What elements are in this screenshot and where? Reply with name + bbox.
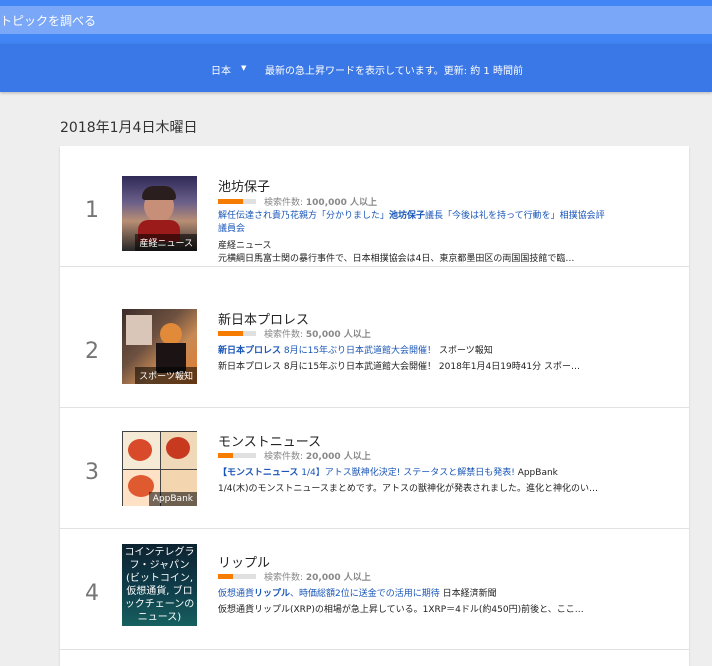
search-count: 検索件数: 100,000 人以上 (264, 198, 378, 208)
popularity-bar (218, 199, 256, 204)
article-source: 産経ニュース (218, 241, 272, 251)
search-count: 検索件数: 20,000 人以上 (264, 452, 371, 462)
article-snippet: 新日本プロレス 8月に15年ぶり日本武道館大会開催！ 2018年1月4日19時4… (218, 362, 581, 372)
article-headline[interactable]: 【モンストニュース 1/4】アトス獣神化決定! ステータスと解禁日も発表! Ap… (218, 467, 613, 480)
article-snippet: 仮想通貨リップル(XRP)の相場が急上昇している。1XRP＝4ドル(約450円)… (218, 605, 584, 615)
thumbnail-source: スポーツ報知 (135, 367, 197, 384)
trend-thumbnail[interactable]: AppBank (122, 431, 197, 506)
trend-rank: 4 (85, 581, 99, 606)
trend-thumbnail[interactable]: スポーツ報知 (122, 309, 197, 384)
article-headline[interactable]: 新日本プロレス 8月に15年ぶり日本武道館大会開催！ スポーツ報知 (218, 345, 613, 358)
trend-title[interactable]: リップル (218, 552, 270, 571)
trend-rank: 1 (85, 198, 99, 223)
popularity-bar (218, 453, 256, 458)
trend-thumbnail[interactable]: コインテレグラフ・ジャパン(ビットコイン, 仮想通貨, ブロックチェーンのニュー… (122, 544, 197, 626)
thumbnail-caption: コインテレグラフ・ジャパン(ビットコイン, 仮想通貨, ブロックチェーンのニュー… (124, 547, 195, 623)
popularity-bar (218, 574, 256, 579)
article-headline[interactable]: 解任伝達され貴乃花親方「分かりました」池坊保子議長「今後は礼を持って行動を」相撲… (218, 210, 613, 236)
article-headline[interactable]: 仮想通貨リップル、時価総額2位に送金での活用に期待 日本経済新聞 (218, 588, 613, 601)
trend-item[interactable]: 4 コインテレグラフ・ジャパン(ビットコイン, 仮想通貨, ブロックチェーンのニ… (60, 529, 689, 650)
search-placeholder: トピックを調べる (0, 14, 97, 28)
article-snippet: 1/4(木)のモンストニュースまとめです。アトスの獣神化が発表されました。進化と… (218, 484, 598, 494)
trends-card: 1 産経ニュース 池坊保子 検索件数: 100,000 人以上 解任伝達され貴乃… (60, 146, 689, 666)
trend-title[interactable]: モンストニュース (218, 431, 321, 450)
popularity-bar (218, 331, 256, 336)
search-input[interactable]: トピックを調べる (0, 6, 712, 34)
trend-thumbnail[interactable]: 産経ニュース (122, 176, 197, 251)
trend-title[interactable]: 新日本プロレス (218, 309, 309, 328)
caret-down-icon[interactable]: ▼ (241, 64, 246, 72)
article-snippet: 元横綱日馬富士関の暴行事件で、日本相撲協会は4日、東京都墨田区の両国国技館で臨… (218, 254, 575, 264)
update-notice: 最新の急上昇ワードを表示しています。更新: 約 1 時間前 (265, 66, 523, 77)
top-bar: トピックを調べる (0, 0, 712, 44)
trend-item[interactable]: 1 産経ニュース 池坊保子 検索件数: 100,000 人以上 解任伝達され貴乃… (60, 146, 689, 267)
trend-rank: 3 (85, 460, 99, 485)
thumbnail-source: AppBank (148, 492, 197, 506)
trend-title[interactable]: 池坊保子 (218, 176, 270, 195)
trends-header-bar: 日本 ▼ 最新の急上昇ワードを表示しています。更新: 約 1 時間前 (0, 44, 712, 92)
date-heading: 2018年1月4日木曜日 (60, 120, 198, 136)
country-selector[interactable]: 日本 (211, 62, 231, 77)
search-count: 検索件数: 50,000 人以上 (264, 330, 371, 340)
search-count: 検索件数: 20,000 人以上 (264, 573, 371, 583)
thumbnail-source: 産経ニュース (135, 234, 197, 251)
trend-rank: 2 (85, 339, 99, 364)
trend-item[interactable]: 3 AppBank モンストニュース 検索件数: 20,000 人以上 【モンス… (60, 408, 689, 529)
trend-item[interactable]: 2 スポーツ報知 新日本プロレス 検索件数: 50,000 人以上 新日本プロレ… (60, 287, 689, 408)
